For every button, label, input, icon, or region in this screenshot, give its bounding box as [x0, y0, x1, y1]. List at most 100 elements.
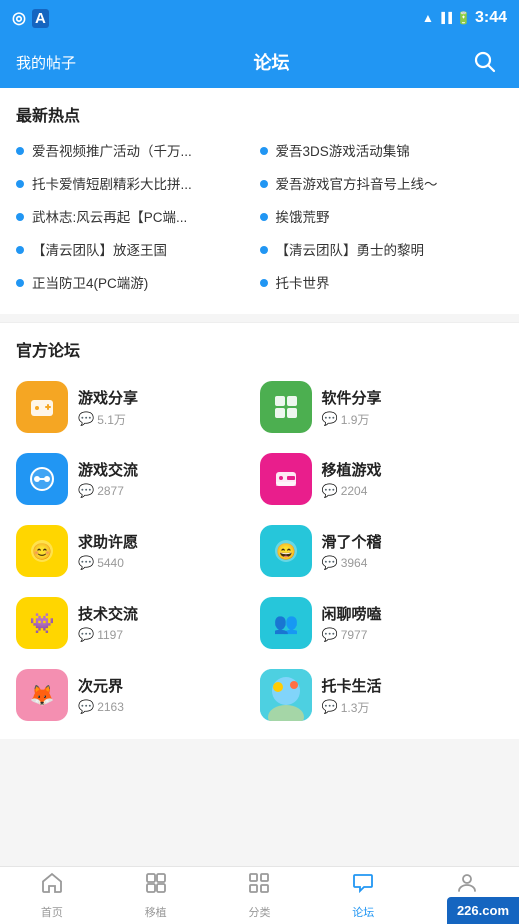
list-item[interactable]: 游戏分享 💬 5.1万 — [16, 371, 260, 443]
nav-item-forum[interactable]: 论坛 — [311, 871, 415, 920]
forum-grid: 游戏分享 💬 5.1万 软件分享 💬 1.9万 — [16, 371, 503, 731]
forum-count: 💬 7977 — [322, 627, 382, 643]
hot-dot — [260, 180, 268, 188]
battery-icon: 🔋 — [456, 11, 471, 25]
svg-text:😊: 😊 — [32, 543, 52, 561]
list-item[interactable]: 托卡生活 💬 1.3万 — [260, 659, 504, 731]
page-title: 论坛 — [254, 49, 290, 75]
hot-dot — [16, 147, 24, 155]
hot-item-text: 托卡爱情短剧精彩大比拼... — [32, 176, 260, 195]
forum-icon-software-share — [260, 381, 312, 433]
svg-text:👥: 👥 — [273, 613, 298, 635]
message-icon: 💬 — [322, 627, 338, 643]
list-item[interactable]: 托卡爱情短剧精彩大比拼... — [16, 169, 260, 202]
forum-section: 官方论坛 游戏分享 💬 5.1万 软件分享 💬 — [0, 323, 519, 739]
list-item[interactable]: 游戏交流 💬 2877 — [16, 443, 260, 515]
list-item[interactable]: 武林志:风云再起【PC端... — [16, 202, 260, 235]
forum-info: 游戏交流 💬 2877 — [78, 459, 138, 499]
nav-item-migrate[interactable]: 移植 — [104, 871, 208, 920]
forum-nav-icon — [351, 871, 375, 901]
forum-info: 移植游戏 💬 2204 — [322, 459, 382, 499]
bottom-navigation: 首页 移植 分类 论坛 我的 — [0, 866, 519, 924]
forum-icon-funny: 😄 — [260, 525, 312, 577]
forum-name: 求助许愿 — [78, 531, 138, 552]
forum-count: 💬 1.3万 — [322, 699, 382, 716]
list-item[interactable]: 爱吾游戏官方抖音号上线～ — [260, 169, 504, 202]
category-icon — [247, 871, 271, 901]
forum-name: 软件分享 — [322, 387, 382, 408]
forum-icon-game-exchange — [16, 453, 68, 505]
hot-dot — [260, 147, 268, 155]
hot-item-text: 挨饿荒野 — [276, 209, 504, 228]
forum-name: 游戏分享 — [78, 387, 138, 408]
message-icon: 💬 — [78, 411, 94, 427]
watermark-badge: 226.com — [447, 897, 519, 924]
hot-dot — [16, 180, 24, 188]
list-item[interactable]: 爱吾3DS游戏活动集锦 — [260, 136, 504, 169]
forum-icon-chat: 👥 — [260, 597, 312, 649]
app-icon-1: ◎ — [12, 8, 26, 28]
list-item[interactable]: 🦊 次元界 💬 2163 — [16, 659, 260, 731]
list-item[interactable]: 👾 技术交流 💬 1197 — [16, 587, 260, 659]
svg-text:😄: 😄 — [276, 543, 296, 561]
list-item[interactable]: 爱吾视频推广活动（千万... — [16, 136, 260, 169]
forum-info: 闲聊唠嗑 💬 7977 — [322, 603, 382, 643]
home-icon — [40, 871, 64, 901]
search-button[interactable] — [467, 44, 503, 80]
list-item[interactable]: 软件分享 💬 1.9万 — [260, 371, 504, 443]
hot-dot — [260, 279, 268, 287]
hot-dot — [16, 213, 24, 221]
forum-info: 次元界 💬 2163 — [78, 675, 124, 715]
list-item[interactable]: 挨饿荒野 — [260, 202, 504, 235]
nav-item-home[interactable]: 首页 — [0, 871, 104, 920]
forum-count: 💬 5440 — [78, 555, 138, 571]
forum-count: 💬 2877 — [78, 483, 138, 499]
watermark-text: 226 — [457, 903, 479, 918]
hot-dot — [260, 213, 268, 221]
hot-item-text: 【清云团队】勇士的黎明 — [276, 242, 504, 261]
forum-info: 滑了个稽 💬 3964 — [322, 531, 382, 571]
forum-icon-game-share — [16, 381, 68, 433]
list-item[interactable]: 正当防卫4(PC端游) — [16, 268, 260, 301]
forum-count: 💬 2163 — [78, 699, 124, 715]
forum-info: 托卡生活 💬 1.3万 — [322, 675, 382, 716]
list-item[interactable]: 【清云团队】放逐王国 — [16, 235, 260, 268]
nav-label-migrate: 移植 — [145, 904, 167, 920]
watermark-suffix: .com — [479, 903, 509, 918]
forum-icon-tech: 👾 — [16, 597, 68, 649]
status-bar: ◎ A ▲ ▐▐ 🔋 3:44 — [0, 0, 519, 36]
forum-icon-toca-life — [260, 669, 312, 721]
list-item[interactable]: 托卡世界 — [260, 268, 504, 301]
status-right-icons: ▲ ▐▐ 🔋 3:44 — [422, 9, 507, 27]
list-item[interactable]: 👥 闲聊唠嗑 💬 7977 — [260, 587, 504, 659]
hot-item-text: 托卡世界 — [276, 275, 504, 294]
message-icon: 💬 — [78, 627, 94, 643]
hot-section-title: 最新热点 — [16, 102, 503, 126]
hot-grid: 爱吾视频推广活动（千万... 爱吾3DS游戏活动集锦 托卡爱情短剧精彩大比拼..… — [16, 136, 503, 300]
hot-item-text: 爱吾3DS游戏活动集锦 — [276, 143, 504, 162]
hot-dot — [260, 246, 268, 254]
forum-name: 次元界 — [78, 675, 124, 696]
forum-icon-port-game — [260, 453, 312, 505]
hot-dot — [16, 246, 24, 254]
forum-count: 💬 1197 — [78, 627, 138, 643]
message-icon: 💬 — [322, 483, 338, 499]
svg-text:👾: 👾 — [30, 613, 55, 635]
nav-item-category[interactable]: 分类 — [208, 871, 312, 920]
my-posts-link[interactable]: 我的帖子 — [16, 52, 76, 73]
message-icon: 💬 — [322, 555, 338, 571]
forum-info: 游戏分享 💬 5.1万 — [78, 387, 138, 428]
list-item[interactable]: 😄 滑了个稽 💬 3964 — [260, 515, 504, 587]
list-item[interactable]: 【清云团队】勇士的黎明 — [260, 235, 504, 268]
list-item[interactable]: 😊 求助许愿 💬 5440 — [16, 515, 260, 587]
nav-label-forum: 论坛 — [352, 904, 374, 920]
forum-count: 💬 1.9万 — [322, 411, 382, 428]
forum-count: 💬 2204 — [322, 483, 382, 499]
hot-item-text: 爱吾视频推广活动（千万... — [32, 143, 260, 162]
forum-info: 软件分享 💬 1.9万 — [322, 387, 382, 428]
forum-info: 求助许愿 💬 5440 — [78, 531, 138, 571]
nav-label-category: 分类 — [248, 904, 270, 920]
message-icon: 💬 — [78, 699, 94, 715]
nav-label-home: 首页 — [41, 904, 63, 920]
list-item[interactable]: 移植游戏 💬 2204 — [260, 443, 504, 515]
